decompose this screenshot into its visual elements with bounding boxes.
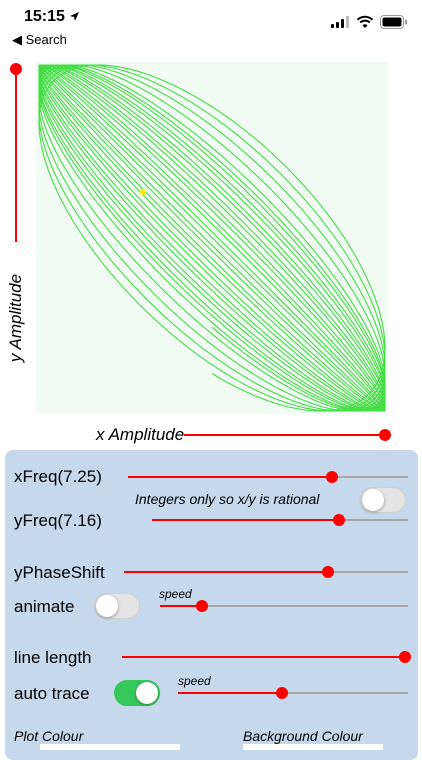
xfreq-label: xFreq(7.25)	[14, 467, 102, 486]
y-amplitude-slider[interactable]	[10, 63, 22, 242]
background-colour-label: Background Colour	[243, 728, 363, 744]
yphaseshift-label: yPhaseShift	[14, 563, 105, 582]
plot-colour-label: Plot Colour	[14, 728, 84, 744]
auto-trace-toggle[interactable]	[114, 680, 160, 706]
auto-trace-speed-slider-fill	[178, 692, 282, 694]
line-length-slider[interactable]	[122, 651, 411, 663]
animate-speed-slider[interactable]	[160, 600, 408, 612]
line-length-label: line length	[14, 648, 92, 667]
back-to-search-link[interactable]: ◀ Search	[12, 32, 67, 48]
xfreq-slider-fill	[128, 476, 333, 478]
yphaseshift-slider-fill	[124, 571, 329, 573]
animate-toggle-knob	[96, 595, 118, 617]
animate-toggle[interactable]	[94, 593, 140, 619]
status-time: 15:15	[24, 8, 80, 26]
location-arrow-icon	[70, 12, 80, 21]
yfreq-slider-fill	[152, 519, 339, 521]
battery-icon	[380, 15, 407, 29]
y-amplitude-label: y Amplitude	[6, 273, 25, 363]
y-amplitude-slider-thumb[interactable]	[10, 63, 22, 75]
auto-trace-speed-slider-thumb[interactable]	[275, 687, 288, 699]
auto-trace-speed-label: speed	[178, 674, 211, 688]
integers-only-note: Integers only so x/y is rational	[135, 491, 320, 507]
line-length-slider-thumb[interactable]	[399, 651, 411, 663]
lissajous-curve	[38, 64, 386, 412]
integers-only-toggle[interactable]	[360, 487, 406, 513]
integers-only-toggle-knob	[362, 489, 384, 511]
lissajous-plot	[36, 62, 388, 414]
wifi-icon	[356, 15, 374, 28]
plot-colour-picker[interactable]	[40, 744, 180, 750]
animate-speed-label: speed	[159, 587, 192, 601]
x-amplitude-slider-thumb[interactable]	[379, 429, 391, 441]
yfreq-slider[interactable]	[152, 514, 408, 526]
auto-trace-toggle-knob	[136, 682, 158, 704]
xfreq-slider[interactable]	[128, 471, 408, 483]
line-length-slider-fill	[122, 656, 405, 658]
x-amplitude-slider[interactable]	[184, 429, 391, 441]
auto-trace-speed-slider[interactable]	[178, 687, 408, 699]
yphaseshift-slider[interactable]	[124, 566, 408, 578]
yfreq-slider-thumb[interactable]	[332, 514, 345, 526]
animate-label: animate	[14, 597, 75, 616]
yfreq-label: yFreq(7.16)	[14, 511, 102, 530]
curve-path	[38, 64, 386, 412]
auto-trace-label: auto trace	[14, 684, 90, 703]
x-amplitude-label: x Amplitude	[96, 425, 185, 444]
trace-marker	[140, 189, 146, 195]
cellular-signal-icon	[331, 16, 351, 28]
background-colour-picker[interactable]	[243, 744, 383, 750]
